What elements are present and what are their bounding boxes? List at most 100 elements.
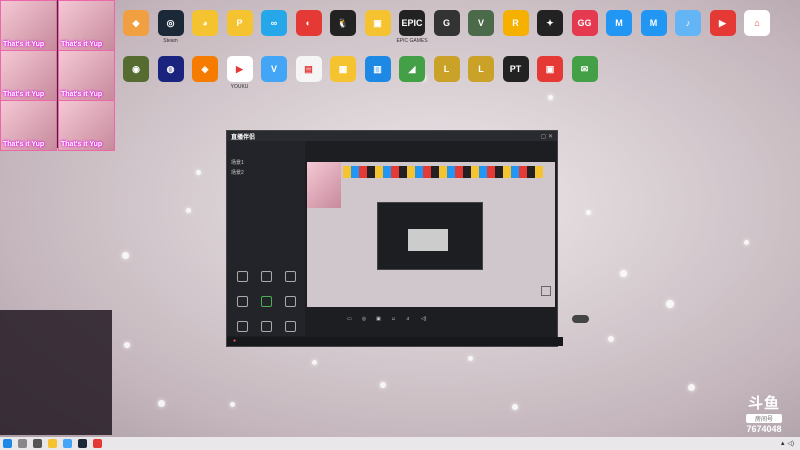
desktop-icon[interactable]: ▣ xyxy=(532,56,568,84)
app-icon: PT xyxy=(502,56,529,82)
tool-button[interactable] xyxy=(281,321,299,334)
desktop-icon[interactable]: G xyxy=(429,10,465,38)
app-icon: ✦ xyxy=(537,10,563,36)
toolbar-icon[interactable]: ☺ xyxy=(391,316,396,322)
taskview-icon[interactable] xyxy=(33,439,42,448)
desktop-icon[interactable]: GG xyxy=(567,10,603,38)
desktop-icon-label: Steam xyxy=(163,38,178,44)
toolbar-icon[interactable]: ◁) xyxy=(421,316,427,322)
desktop-icon[interactable]: PT xyxy=(498,56,534,84)
app-icon: ∞ xyxy=(261,10,287,36)
desktop-icon[interactable]: ✦ xyxy=(532,10,568,38)
desktop-icon[interactable]: V xyxy=(256,56,292,84)
desktop-icon[interactable]: M xyxy=(601,10,637,38)
app-title: 直播伴侣 xyxy=(231,134,256,141)
desktop-icon[interactable]: ◎ Steam xyxy=(153,10,189,44)
app-icon: V xyxy=(261,56,287,82)
app-icon: ✉ xyxy=(571,56,598,82)
app-icon: ▤ xyxy=(295,56,322,82)
desktop-icon[interactable]: ◉ xyxy=(118,56,154,84)
start-icon[interactable] xyxy=(3,439,12,448)
desktop-icon[interactable]: ◐ xyxy=(291,10,327,38)
app-icon: V xyxy=(468,10,494,36)
stream-preview xyxy=(307,162,555,307)
tool-button[interactable] xyxy=(281,296,299,309)
desktop-icon[interactable]: V xyxy=(463,10,499,38)
cam-tile: That's it Yup xyxy=(58,100,115,151)
desktop-icon[interactable]: ⌂ xyxy=(739,10,775,38)
desktop-icon[interactable]: M xyxy=(636,10,672,38)
app-icon: ◈ xyxy=(192,56,218,82)
search-icon[interactable] xyxy=(18,439,27,448)
tool-button[interactable] xyxy=(233,321,251,334)
desktop-icon[interactable]: ✉ xyxy=(567,56,603,84)
desktop-icon[interactable]: 🐧 xyxy=(325,10,361,38)
app-icon: 🐧 xyxy=(330,10,356,36)
desktop-icon[interactable]: ▦ xyxy=(325,56,361,84)
scene-item[interactable]: 场景2 xyxy=(231,169,244,176)
desktop-icon[interactable]: ◍ xyxy=(153,56,189,84)
app-icon: ▣ xyxy=(537,56,563,82)
app-icon: R xyxy=(502,10,529,36)
app-titlebar[interactable]: 直播伴侣 ▢ ✕ xyxy=(227,131,557,141)
explorer-icon[interactable] xyxy=(48,439,57,448)
window-controls[interactable]: ▢ ✕ xyxy=(541,133,553,140)
desktop-icon[interactable]: ▶ xyxy=(705,10,741,38)
desktop-icon[interactable]: R xyxy=(498,10,534,38)
cam-tile: That's it Yup xyxy=(0,0,57,51)
chat-line xyxy=(0,322,112,326)
start-live-button[interactable] xyxy=(571,315,589,323)
scene-item[interactable]: 场景1 xyxy=(231,159,244,166)
tool-button[interactable] xyxy=(281,271,299,284)
desktop-icon[interactable]: ◢ xyxy=(394,56,430,84)
desktop-icon[interactable]: ▶ YOUKU xyxy=(222,56,258,90)
edge-icon[interactable] xyxy=(63,439,72,448)
app-icon: ▦ xyxy=(330,56,356,82)
app-icon: ▶ xyxy=(226,56,253,82)
app-icon: G xyxy=(433,10,460,36)
tool-button[interactable] xyxy=(233,271,251,284)
tool-button[interactable] xyxy=(257,296,275,309)
toolbar-icon[interactable]: ▭ xyxy=(347,316,352,322)
desktop-icon[interactable]: ♪ xyxy=(670,10,706,38)
cam-tile: That's it Yup xyxy=(58,0,115,51)
desktop-icon[interactable]: L xyxy=(429,56,465,84)
desktop-icon[interactable]: ∞ xyxy=(256,10,292,38)
desktop-icon[interactable]: ◈ xyxy=(187,56,223,84)
webcam-collage: That's it Yup That's it Yup That's it Yu… xyxy=(0,0,115,151)
app-icon: ◎ xyxy=(157,10,184,36)
desktop-icon[interactable]: ▣ xyxy=(360,10,396,38)
app-icon[interactable] xyxy=(93,439,102,448)
desktop-icon[interactable]: ▥ xyxy=(360,56,396,84)
streaming-app-window[interactable]: 直播伴侣 ▢ ✕ 场景1 场景2 ▭ ◎ ▣ ☺ ♬ ◁) ● xyxy=(226,130,589,347)
room-badge: 斗鱼 房间号 7674048 xyxy=(742,392,786,434)
app-icon: ◆ xyxy=(123,10,149,36)
preview-icons xyxy=(343,166,543,178)
desktop-icon[interactable]: ◕ xyxy=(187,10,223,38)
room-label: 房间号 xyxy=(746,414,782,423)
system-tray[interactable]: ▲ ◁) xyxy=(780,440,794,447)
room-number: 7674048 xyxy=(746,424,782,434)
tool-button[interactable] xyxy=(257,321,275,334)
app-icon: ▥ xyxy=(364,56,391,82)
tool-button[interactable] xyxy=(233,296,251,309)
desktop-icon[interactable]: P xyxy=(222,10,258,38)
brand-logo: 斗鱼 xyxy=(747,395,780,412)
app-icon: ◍ xyxy=(157,56,184,82)
steam-icon[interactable] xyxy=(78,439,87,448)
app-icon: EPIC xyxy=(399,10,425,36)
app-icon: ⌂ xyxy=(744,10,770,36)
desktop-icon[interactable]: EPIC EPIC GAMES xyxy=(394,10,430,44)
desktop-icon[interactable]: ▤ xyxy=(291,56,327,84)
tool-button[interactable] xyxy=(257,271,275,284)
app-icon: GG xyxy=(571,10,598,36)
toolbar-icon[interactable]: ◎ xyxy=(362,316,366,322)
desktop-icon-label: EPIC GAMES xyxy=(396,38,428,44)
desktop-icon[interactable]: L xyxy=(463,56,499,84)
toolbar-icon[interactable]: ♬ xyxy=(406,316,411,322)
toolbar-icon[interactable]: ▣ xyxy=(376,316,381,322)
cam-tile: That's it Yup xyxy=(58,50,115,101)
app-icon: ▣ xyxy=(364,10,391,36)
desktop-icon[interactable]: ◆ xyxy=(118,10,154,38)
app-icon: M xyxy=(640,10,667,36)
